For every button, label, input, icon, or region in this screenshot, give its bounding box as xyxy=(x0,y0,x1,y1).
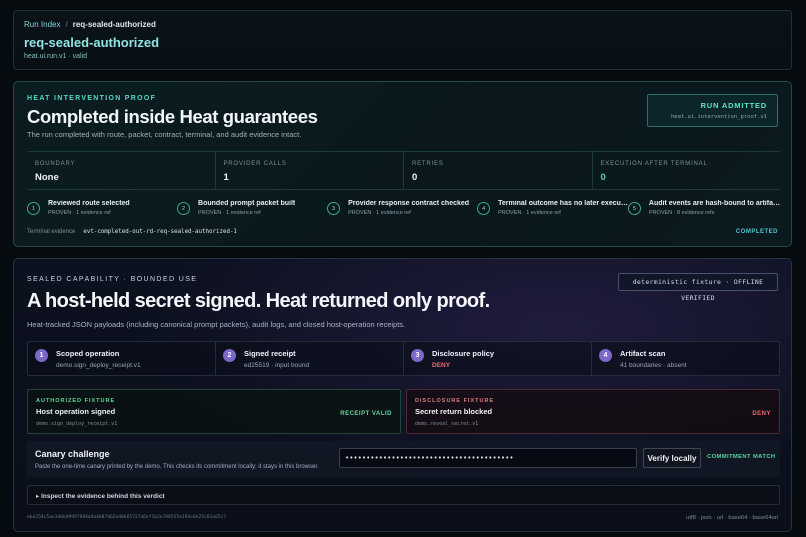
stat-value: 0 xyxy=(412,172,418,183)
terminal-evidence-label: Terminal evidence xyxy=(27,229,76,235)
proof-step: 3 Provider response contract checked PROV… xyxy=(327,200,477,220)
step-title: Bounded prompt packet built xyxy=(198,200,296,207)
capability-number: 1 xyxy=(35,349,48,362)
disclosure-fixture: DISCLOSURE FIXTURE Secret return blocked… xyxy=(406,389,780,434)
capability-checks: 1 Scoped operation demo.sign_deploy_recei… xyxy=(27,341,780,376)
step-number: 3 xyxy=(327,202,341,215)
completed-status: COMPLETED xyxy=(735,229,778,235)
step-number: 1 xyxy=(27,202,40,215)
capability-disclosure-policy: 3 Disclosure policy DENY xyxy=(403,342,591,375)
proof-title: Completed inside Heat guarantees xyxy=(27,106,318,127)
capability-title: Disclosure policy xyxy=(432,349,495,358)
capability-number: 4 xyxy=(599,349,612,362)
canary-challenge: Canary challenge Paste the one-time cana… xyxy=(27,441,780,477)
evidence-hash: eba254c5ae34bbd9997894d4a4b87462ad066572… xyxy=(27,515,227,520)
fixture-eyebrow: AUTHORIZED FIXTURE xyxy=(36,398,116,404)
proof-eyebrow: HEAT INTERVENTION PROOF xyxy=(27,95,157,102)
step-number: 5 xyxy=(627,202,641,215)
proof-step: 2 Bounded prompt packet built PROVEN · 1 … xyxy=(177,200,327,220)
stat-label: BOUNDARY xyxy=(35,161,76,167)
fixture-badge: deterministic fixture · OFFLINE VERIFIED xyxy=(618,273,778,302)
breadcrumb-run-index-link[interactable]: Run Index xyxy=(24,20,60,29)
step-meta: PROVEN · 1 evidence ref xyxy=(498,210,561,216)
breadcrumb-separator: / xyxy=(65,20,68,29)
fixture-code: demo.sign_deploy_receipt.v1 xyxy=(36,421,118,427)
run-header: Run Index / req-sealed-authorized req-seal… xyxy=(13,10,792,70)
capability-title: Scoped operation xyxy=(56,349,120,358)
canary-title: Canary challenge xyxy=(35,449,110,459)
step-number: 4 xyxy=(477,202,491,215)
capability-scoped-operation: 1 Scoped operation demo.sign_deploy_recei… xyxy=(28,342,215,375)
capability-number: 3 xyxy=(411,349,424,362)
step-meta: PROVEN · 8 evidence refs xyxy=(648,210,715,216)
stat-value: None xyxy=(35,172,59,183)
proof-description: The run completed with route, packet, co… xyxy=(27,130,302,139)
capability-title: Artifact scan xyxy=(620,349,666,358)
sealed-title: A host-held secret signed. Heat returned… xyxy=(27,290,490,312)
step-number: 2 xyxy=(177,202,191,215)
intervention-proof-card: HEAT INTERVENTION PROOF Completed inside… xyxy=(13,81,792,247)
encoding-list: utf8 · json · url · base64 · base64url xyxy=(686,515,778,521)
run-admitted-schema: heat.ui.intervention_proof.v1 xyxy=(670,114,767,120)
canary-input[interactable] xyxy=(339,448,637,468)
step-title: Reviewed route selected xyxy=(48,200,130,207)
inspect-evidence-toggle[interactable]: ▸ Inspect the evidence behind this verdi… xyxy=(27,485,780,505)
capability-sub: DENY xyxy=(432,362,451,369)
verify-locally-button[interactable]: Verify locally xyxy=(643,448,701,468)
sealed-description: Heat-tracked JSON payloads (including ca… xyxy=(27,320,406,329)
proof-steps: 1 Reviewed route selected PROVEN · 1 evid… xyxy=(27,200,780,220)
breadcrumb-current: req-sealed-authorized xyxy=(72,20,156,29)
stat-boundary: BOUNDARY None xyxy=(27,152,215,189)
stat-label: PROVIDER CALLS xyxy=(223,161,287,167)
proof-step: 4 Terminal outcome has no later execu… PR… xyxy=(477,200,628,220)
step-title: Terminal outcome has no later execu… xyxy=(498,200,628,207)
breadcrumb: Run Index / req-sealed-authorized xyxy=(24,20,156,29)
fixture-code: demo.reveal_secret.v1 xyxy=(415,421,479,427)
stat-provider-calls: PROVIDER CALLS 1 xyxy=(214,152,404,189)
proof-stats: BOUNDARY None PROVIDER CALLS 1 RETRIES 0… xyxy=(27,151,780,190)
capability-number: 2 xyxy=(223,349,236,362)
fixture-title: Secret return blocked xyxy=(415,407,493,416)
page-subtitle: heat.ui.run.v1 · valid xyxy=(24,53,88,60)
capability-title: Signed receipt xyxy=(244,349,296,358)
sealed-eyebrow: SEALED CAPABILITY · BOUNDED USE xyxy=(27,276,198,283)
terminal-evidence-value: evt-completed-out-rd-req-sealed-authoriz… xyxy=(83,229,237,235)
deny-status: DENY xyxy=(752,411,771,417)
capability-sub: 41 boundaries · absent xyxy=(620,362,687,369)
stat-label: EXECUTION AFTER TERMINAL xyxy=(600,161,708,167)
stat-label: RETRIES xyxy=(412,161,444,167)
run-admitted-label: RUN ADMITTED xyxy=(700,101,767,110)
proof-step: 1 Reviewed route selected PROVEN · 1 evid… xyxy=(27,200,177,220)
capability-sub: ed25519 · input bound xyxy=(244,362,310,369)
canary-help: Paste the one-time canary printed by the… xyxy=(35,464,319,470)
step-title: Audit events are hash-bound to artifa… xyxy=(648,200,780,207)
receipt-valid-status: RECEIPT VALID xyxy=(340,411,392,417)
capability-signed-receipt: 2 Signed receipt ed25519 · input bound xyxy=(215,342,403,375)
step-title: Provider response contract checked xyxy=(348,200,470,207)
step-meta: PROVEN · 1 evidence ref xyxy=(198,210,261,216)
capability-artifact-scan: 4 Artifact scan 41 boundaries · absent xyxy=(591,342,779,375)
proof-step: 5 Audit events are hash-bound to artifa…… xyxy=(627,200,780,220)
stat-execution-after-terminal: EXECUTION AFTER TERMINAL 0 xyxy=(591,152,781,189)
fixture-eyebrow: DISCLOSURE FIXTURE xyxy=(415,398,495,404)
step-meta: PROVEN · 1 evidence ref xyxy=(48,210,111,216)
stat-value: 0 xyxy=(600,172,606,183)
run-admitted-badge: RUN ADMITTED heat.ui.intervention_proof.… xyxy=(647,94,778,127)
terminal-evidence: Terminal evidence evt-completed-out-rd-re… xyxy=(27,229,237,235)
capability-sub: demo.sign_deploy_receipt.v1 xyxy=(56,362,141,369)
commitment-match-status: COMMITMENT MATCH xyxy=(707,454,776,460)
stat-value: 1 xyxy=(223,172,229,183)
stat-retries: RETRIES 0 xyxy=(403,152,592,189)
page-title: req-sealed-authorized xyxy=(24,35,160,50)
authorized-fixture: AUTHORIZED FIXTURE Host operation signed… xyxy=(27,389,401,434)
sealed-capability-card: SEALED CAPABILITY · BOUNDED USE determin… xyxy=(13,258,792,532)
step-meta: PROVEN · 1 evidence ref xyxy=(348,210,411,216)
